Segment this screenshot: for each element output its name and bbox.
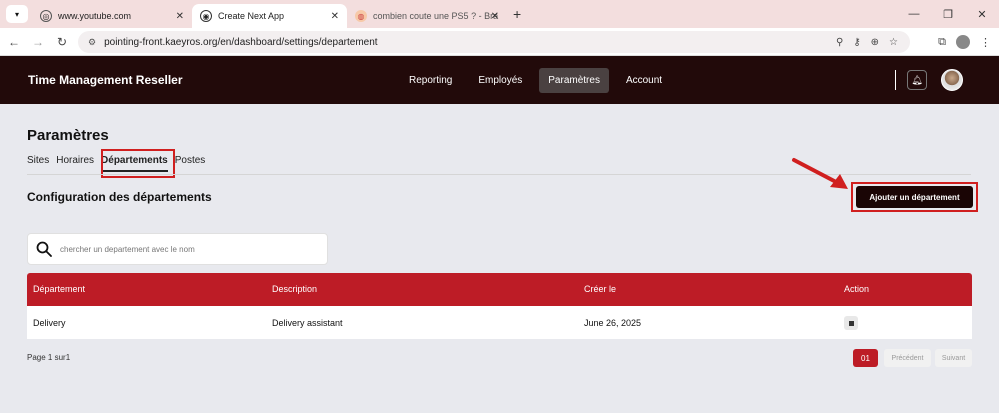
location-icon[interactable]: ⚲ [836,37,843,48]
page-info: Page 1 sur1 [27,353,71,362]
previous-page-button[interactable]: Précédent [884,349,931,367]
reload-icon[interactable]: ↻ [52,35,72,49]
bell-icon: 🔔︎ [911,74,923,85]
minimize-icon[interactable]: — [897,8,931,20]
browser-tab-ps5[interactable]: ◍ combien coute une PS5 ? - Bra ✕ [347,4,507,28]
browser-tab-bar: ▾ ◎ www.youtube.com ✕ ◉ Create Next App … [0,0,999,28]
cell-departement: Delivery [33,318,66,328]
add-department-button[interactable]: Ajouter un département [856,186,973,208]
tab-title: www.youtube.com [58,11,132,21]
tab-title: combien coute une PS5 ? - Bra [373,11,499,21]
app-brand: Time Management Reseller [28,73,183,87]
next-page-button[interactable]: Suivant [935,349,972,367]
window-controls: — ❐ ✕ [897,0,999,28]
user-avatar[interactable] [941,69,963,91]
notification-button[interactable]: 🔔︎ [907,70,927,90]
tab-title: Create Next App [218,11,285,21]
header-divider [895,70,896,90]
tab-horaires[interactable]: Horaires [56,155,94,172]
close-icon[interactable]: ✕ [331,11,339,22]
brave-icon: ◍ [355,10,367,22]
page-current-button[interactable]: 01 [853,349,878,367]
url-text: pointing-front.kaeyros.org/en/dashboard/… [104,36,378,48]
site-settings-icon[interactable]: ⚙ [88,37,96,48]
forward-icon[interactable]: → [28,35,48,49]
address-bar[interactable]: ⚙ pointing-front.kaeyros.org/en/dashboar… [78,31,910,53]
new-tab-button[interactable]: + [513,6,521,22]
nav-employes[interactable]: Employés [469,68,531,93]
close-icon[interactable]: ✕ [491,11,499,22]
nav-parametres[interactable]: Paramètres [539,68,609,93]
zoom-icon[interactable]: ⊕ [871,37,879,48]
tab-postes[interactable]: Postes [175,155,206,172]
departments-table: Département Description Créer le Action … [27,273,972,339]
browser-tab-youtube[interactable]: ◎ www.youtube.com ✕ [32,4,192,28]
col-description: Description [272,284,318,294]
table-row: Delivery Delivery assistant June 26, 202… [27,306,972,339]
globe-icon: ◎ [40,10,52,22]
col-created: Créer le [584,284,617,294]
annotation-arrow [792,158,848,189]
menu-dots-icon[interactable]: ⋮ [980,36,991,49]
browser-tab-create-next-app[interactable]: ◉ Create Next App ✕ [192,4,347,28]
cell-created: June 26, 2025 [584,318,642,328]
chevron-down-icon: ▾ [14,9,19,19]
tab-sites[interactable]: Sites [27,155,49,172]
search-input[interactable]: chercher un departement avec le nom [60,245,195,254]
app-header: Time Management Reseller Reporting Emplo… [0,56,999,104]
nav-reporting[interactable]: Reporting [400,68,461,93]
close-icon[interactable]: ✕ [176,11,184,22]
section-title: Configuration des départements [27,190,212,204]
col-departement: Département [33,284,86,294]
search-icon [36,241,52,257]
password-key-icon[interactable]: ⚷ [853,37,860,48]
close-window-icon[interactable]: ✕ [965,8,999,21]
col-action: Action [844,284,870,294]
extensions-icon[interactable]: ⧉ [938,36,946,49]
cell-description: Delivery assistant [272,318,343,328]
search-box[interactable]: chercher un departement avec le nom [27,233,328,265]
globe-icon: ◉ [200,10,212,22]
browser-toolbar: ← → ↻ ⚙ pointing-front.kaeyros.org/en/da… [0,28,999,56]
tab-search-button[interactable]: ▾ [6,5,28,23]
profile-avatar[interactable] [956,35,970,49]
nav-account[interactable]: Account [617,68,671,93]
page-title: Paramètres [27,127,109,144]
table-header: Département Description Créer le Action [27,273,972,306]
back-icon[interactable]: ← [4,35,24,49]
restore-icon[interactable]: ❐ [931,8,965,21]
bookmark-star-icon[interactable]: ☆ [889,37,898,48]
stop-square-icon [848,320,854,326]
row-action-button[interactable] [844,316,858,330]
top-nav: Reporting Employés Paramètres Account [400,68,671,93]
